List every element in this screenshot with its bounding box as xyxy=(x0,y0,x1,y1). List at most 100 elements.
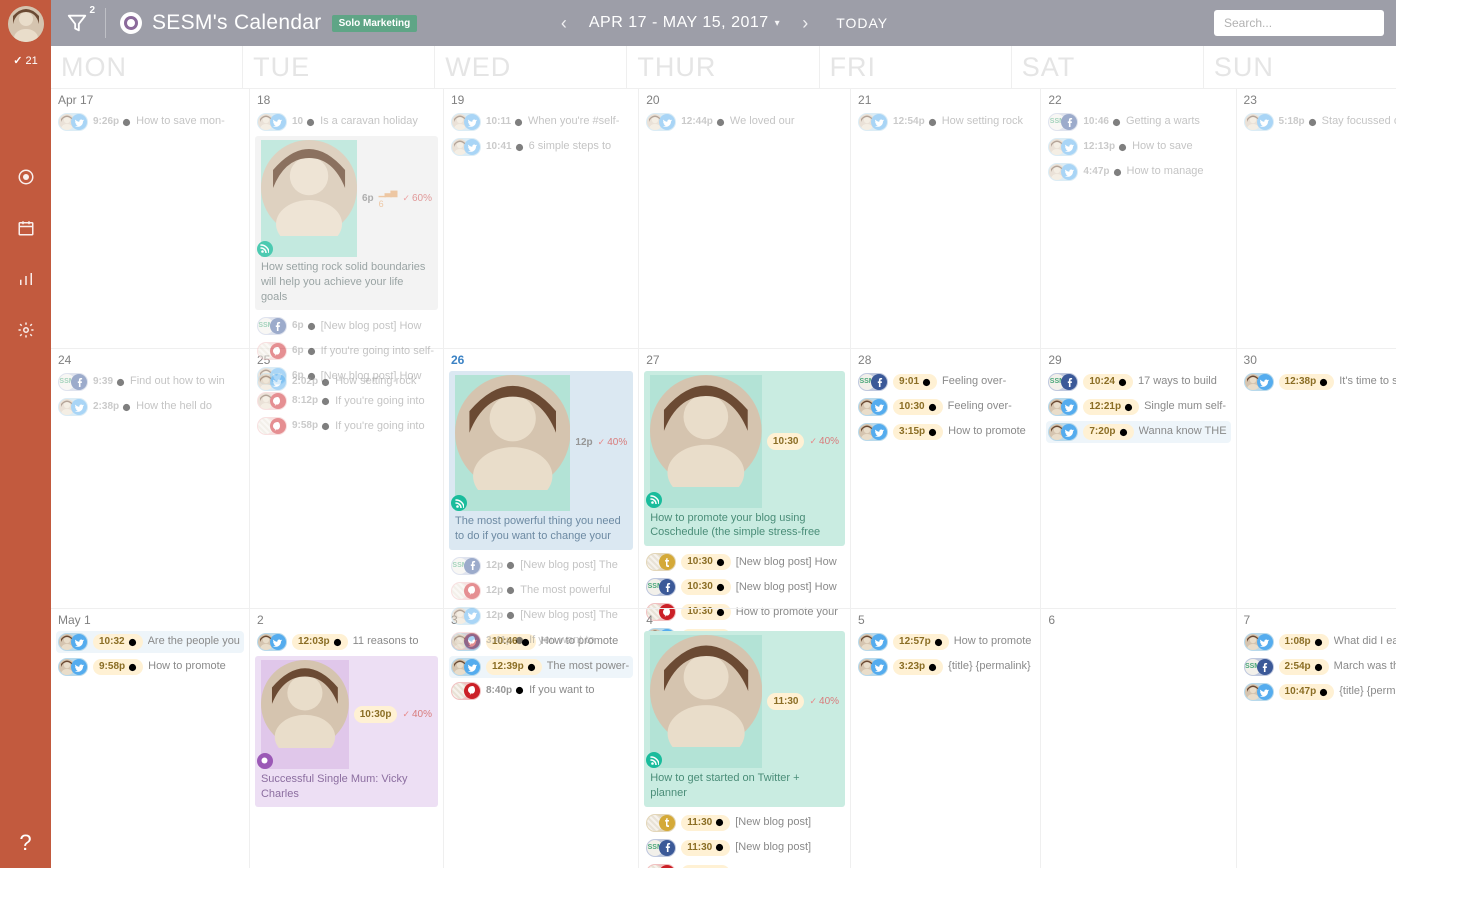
item-title: How to manage xyxy=(1127,165,1227,178)
calendar-cell[interactable]: 24SSM9:39 Find out how to win2:38p How t… xyxy=(51,348,250,608)
today-button[interactable]: TODAY xyxy=(830,11,894,35)
scheduled-item[interactable]: 4:47p How to manage xyxy=(1046,161,1230,183)
scheduled-item[interactable]: 9:58p How to promote xyxy=(56,656,244,678)
nav-settings-icon[interactable] xyxy=(0,304,51,355)
scheduled-item[interactable]: 12:03p 11 reasons to xyxy=(255,631,438,653)
scheduled-item[interactable]: 11:30 [New blog post] xyxy=(644,812,845,834)
calendar-cell[interactable]: Apr 179:26p How to save mon- xyxy=(51,88,250,348)
calendar-cell[interactable]: 1910:11 When you're #self-10:41 6 simple… xyxy=(444,88,639,348)
calendar-cell[interactable]: 71:08p What did I earn,SSM2:54p March wa… xyxy=(1237,608,1396,868)
scheduled-item[interactable]: 12p The most powerful xyxy=(449,580,633,602)
item-title: The most powerful xyxy=(520,584,629,597)
calendar-cell[interactable]: 2612p40%The most powerful thing you need… xyxy=(444,348,639,608)
profile-icon-pill xyxy=(1244,373,1274,391)
search-input[interactable] xyxy=(1214,10,1384,36)
filter-button[interactable]: 2 xyxy=(63,7,91,39)
scheduled-item[interactable]: 2:38p How the hell do xyxy=(56,396,244,418)
completion-pct: 40% xyxy=(809,435,839,449)
scheduled-item[interactable]: SSM10:24 17 ways to build xyxy=(1046,371,1230,393)
tasks-count[interactable]: 21 xyxy=(13,54,37,67)
scheduled-item[interactable]: SSM12p [New blog post] The xyxy=(449,555,633,577)
scheduled-item[interactable]: 11:30 xyxy=(644,862,845,868)
scheduled-item[interactable]: 12:38p It's time to say xyxy=(1242,371,1396,393)
calendar-cell[interactable]: 512:57p How to promote3:23p {title} {per… xyxy=(851,608,1041,868)
calendar-cell[interactable]: 252:02p How setting rock xyxy=(250,348,444,608)
nav-home-icon[interactable] xyxy=(0,151,51,202)
scheduled-item[interactable]: 6p If you're going into self- xyxy=(255,340,438,362)
campaign-block[interactable]: 12p40%The most powerful thing you need t… xyxy=(449,371,633,550)
time-badge: 3:15p xyxy=(893,424,943,440)
next-range-button[interactable]: › xyxy=(794,9,816,38)
profile-icon-pill xyxy=(58,633,88,651)
calendar-cell[interactable]: 28SSM9:01 Feeling over-10:30 Feeling ove… xyxy=(851,348,1041,608)
scheduled-item[interactable]: 9:26p How to save mon- xyxy=(56,111,244,133)
scheduled-item[interactable]: SSM6p [New blog post] How xyxy=(255,315,438,337)
profile-icon-pill xyxy=(257,342,287,360)
time-label: 12:13p xyxy=(1083,141,1127,153)
scheduled-item[interactable]: 3:15p How to promote xyxy=(856,421,1035,443)
scheduled-item[interactable]: 12:44p We loved our xyxy=(644,111,845,133)
nav-analytics-icon[interactable] xyxy=(0,253,51,304)
time-badge: 3:23p xyxy=(893,659,943,675)
item-title: Getting a warts xyxy=(1126,115,1227,128)
user-avatar[interactable] xyxy=(8,6,44,42)
scheduled-item[interactable]: 2:02p How setting rock xyxy=(255,371,438,393)
scheduled-item[interactable]: 10:47p {title} {permalink} xyxy=(1242,681,1396,703)
calendar-cell[interactable]: 6 xyxy=(1041,608,1236,868)
scheduled-item[interactable]: 9:58p If you're going into xyxy=(255,415,438,437)
scheduled-item[interactable]: 12:39p The most power- xyxy=(449,656,633,678)
date-range-picker[interactable]: APR 17 - MAY 15, 2017 ▾ xyxy=(589,14,780,32)
profile-icon-pill xyxy=(858,658,888,676)
calendar-cell[interactable]: 212:03p 11 reasons to10:30p40%Successful… xyxy=(250,608,444,868)
campaign-block[interactable]: 11:3040%How to get started on Twitter + … xyxy=(644,631,845,807)
profile-icon-pill: SSM xyxy=(1048,373,1078,391)
scheduled-item[interactable]: 12:13p How to save xyxy=(1046,136,1230,158)
scheduled-item[interactable]: SSM9:01 Feeling over- xyxy=(856,371,1035,393)
scheduled-item[interactable]: 3:41p If you want to xyxy=(449,630,633,652)
scheduled-item[interactable]: 3:23p {title} {permalink} xyxy=(856,656,1035,678)
scheduled-item[interactable]: SSM10:30 [New blog post] How xyxy=(644,576,845,598)
scheduled-item[interactable]: 12p [New blog post] The xyxy=(449,605,633,627)
calendar-cell[interactable]: 2112:54p How setting rock xyxy=(851,88,1041,348)
nav-calendar-icon[interactable] xyxy=(0,202,51,253)
scheduled-item[interactable]: SSM2:54p March was the first xyxy=(1242,656,1396,678)
calendar-cell[interactable]: 235:18p Stay focussed on xyxy=(1237,88,1396,348)
scheduled-item[interactable]: 12:57p How to promote xyxy=(856,631,1035,653)
clock-icon xyxy=(1319,378,1328,387)
scheduled-item[interactable]: SSM11:30 [New blog post] xyxy=(644,837,845,859)
profile-icon-pill xyxy=(257,373,287,391)
calendar-cell[interactable]: 18 10 Is a caravan holiday 6p▁▃▅ 660%How s… xyxy=(250,88,444,348)
prev-range-button[interactable]: ‹ xyxy=(553,9,575,38)
scheduled-item[interactable]: 10 Is a caravan holiday xyxy=(255,111,438,133)
scheduled-item[interactable]: 12:54p How setting rock xyxy=(856,111,1035,133)
campaign-block[interactable]: 10:30p40%Successful Single Mum: Vicky Ch… xyxy=(255,656,438,807)
scheduled-item[interactable]: 10:41 6 simple steps to xyxy=(449,136,633,158)
workspace-icon[interactable] xyxy=(120,12,142,34)
item-title: 11 reasons to xyxy=(353,635,434,648)
scheduled-item[interactable]: 7:20p Wanna know THE xyxy=(1046,421,1230,443)
calendar-cell[interactable]: 2710:3040%How to promote your blog using… xyxy=(639,348,851,608)
scheduled-item[interactable]: SSM9:39 Find out how to win xyxy=(56,371,244,393)
scheduled-item[interactable]: 1:08p What did I earn, xyxy=(1242,631,1396,653)
scheduled-item[interactable]: 10:30 Feeling over- xyxy=(856,396,1035,418)
help-icon[interactable]: ? xyxy=(0,817,51,868)
scheduled-item[interactable]: 8:12p If you're going into xyxy=(255,390,438,412)
scheduled-item[interactable]: 10:11 When you're #self- xyxy=(449,111,633,133)
scheduled-item[interactable]: 10:30 [New blog post] How xyxy=(644,551,845,573)
tw-icon xyxy=(464,139,480,155)
calendar-cell[interactable]: 22SSM10:46 Getting a warts12:13p How to … xyxy=(1041,88,1236,348)
calendar-cell[interactable]: 411:3040%How to get started on Twitter +… xyxy=(639,608,851,868)
calendar-cell[interactable]: May 110:32 Are the people you9:58p How t… xyxy=(51,608,250,868)
scheduled-item[interactable]: 10:32 Are the people you xyxy=(56,631,244,653)
campaign-block[interactable]: 10:3040%How to promote your blog using C… xyxy=(644,371,845,546)
scheduled-item[interactable]: 5:18p Stay focussed on xyxy=(1242,111,1396,133)
calendar-cell[interactable]: 30 12:38p It's time to say xyxy=(1237,348,1396,608)
cell-date: 30 xyxy=(1242,353,1396,367)
item-title: Stay focussed on xyxy=(1322,115,1396,128)
cell-date: 18 xyxy=(255,93,438,107)
scheduled-item[interactable]: SSM10:46 Getting a warts xyxy=(1046,111,1230,133)
calendar-cell[interactable]: 29SSM10:24 17 ways to build12:21p Single… xyxy=(1041,348,1236,608)
campaign-block[interactable]: 6p▁▃▅ 660%How setting rock solid boundar… xyxy=(255,136,438,310)
scheduled-item[interactable]: 12:21p Single mum self- xyxy=(1046,396,1230,418)
calendar-cell[interactable]: 2012:44p We loved our xyxy=(639,88,851,348)
